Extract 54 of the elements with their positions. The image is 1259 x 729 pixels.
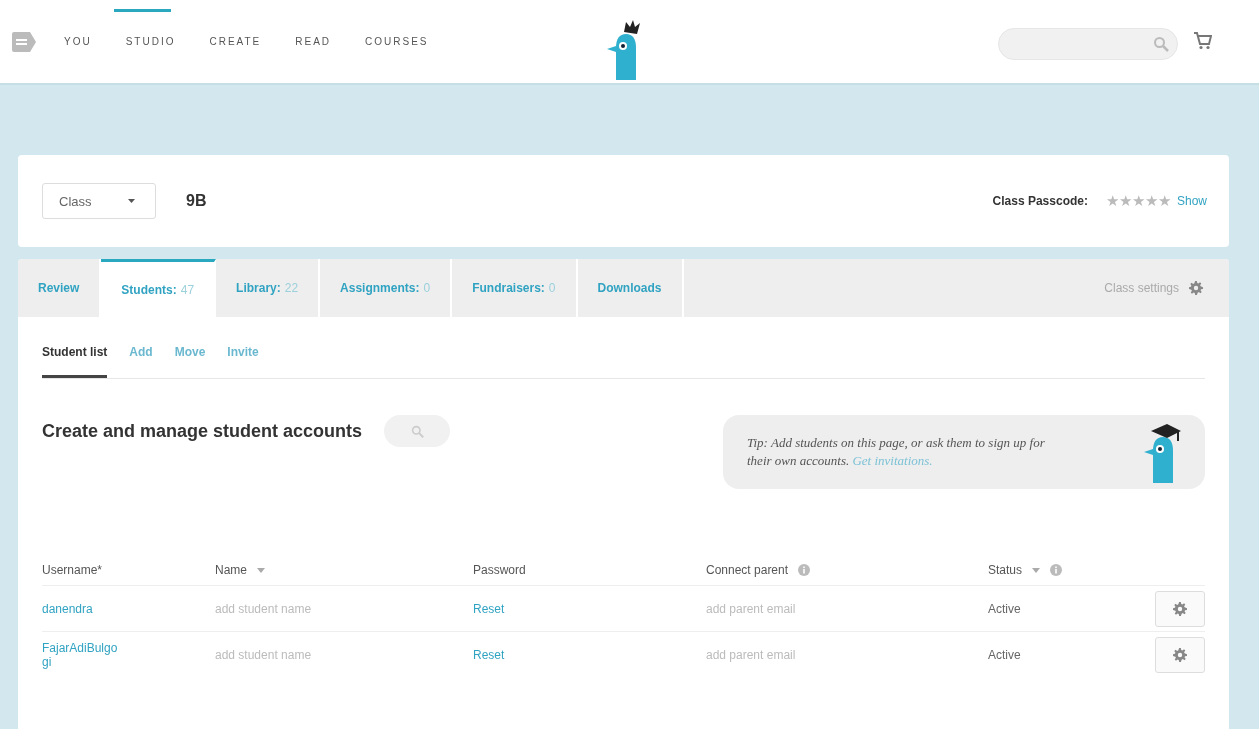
nav-link[interactable]: READ	[281, 0, 352, 84]
column-header: Status	[988, 563, 1023, 577]
column-header: Password	[473, 563, 526, 577]
cart-icon[interactable]	[1194, 32, 1212, 50]
column-header: Connect parent	[706, 563, 789, 577]
search-icon	[410, 424, 424, 438]
column-header: Name	[215, 563, 247, 577]
gear-icon	[1173, 647, 1187, 662]
class-dropdown[interactable]: Class	[42, 183, 156, 219]
invitations-link[interactable]: Get invitations.	[852, 453, 933, 468]
status-text: Active	[988, 601, 1021, 616]
subtab[interactable]: Invite	[227, 333, 259, 378]
status-text: Active	[988, 647, 1021, 662]
tab[interactable]: Students: 47	[101, 259, 217, 317]
tab[interactable]: Library: 22	[216, 259, 321, 317]
search-icon	[1153, 36, 1169, 52]
subtab[interactable]: Add	[129, 333, 153, 378]
passcode-value: ★★★★★	[1105, 192, 1171, 210]
class-settings-link[interactable]: Class settings	[1104, 281, 1179, 295]
subtab[interactable]: Student list	[42, 333, 108, 378]
section-heading: Create and manage student accounts	[42, 421, 363, 442]
sort-caret-icon[interactable]	[1032, 567, 1041, 573]
info-icon[interactable]	[798, 564, 811, 576]
parent-email-field[interactable]: add parent email	[706, 647, 796, 662]
nav-link[interactable]: CREATE	[195, 0, 282, 84]
search-field[interactable]	[998, 28, 1178, 60]
reset-link[interactable]: Reset	[473, 601, 505, 616]
show-link[interactable]: Show	[1176, 194, 1207, 208]
gear-icon	[1173, 601, 1187, 616]
tab[interactable]: Downloads	[577, 259, 684, 317]
column-header: Username*	[42, 563, 103, 577]
caret-icon	[128, 199, 135, 203]
student-name-field[interactable]: add student name	[215, 647, 312, 662]
student-search-field[interactable]	[384, 415, 451, 447]
tab[interactable]: Fundraisers: 0	[452, 259, 578, 317]
nav-link[interactable]: YOU	[50, 0, 112, 84]
subtab[interactable]: Move	[174, 333, 206, 378]
info-icon[interactable]	[1050, 564, 1063, 576]
passcode-label: Class Passcode:	[992, 194, 1088, 208]
nav-link[interactable]: COURSES	[351, 0, 449, 84]
student-name-field[interactable]: add student name	[215, 601, 312, 616]
tip-text: Tip: Add students on this page, or ask them to sign up for their own accounts. Get invitations.	[747, 434, 1046, 470]
username-link[interactable]: danendra	[42, 601, 120, 616]
nav-link[interactable]: STUDIO	[111, 0, 196, 84]
gear-icon	[1189, 281, 1203, 295]
class-name: 9B	[186, 192, 207, 210]
settings-button[interactable]	[1155, 636, 1205, 673]
reset-link[interactable]: Reset	[473, 647, 505, 662]
settings-button[interactable]	[1155, 590, 1205, 627]
menu-icon[interactable]	[12, 31, 36, 52]
username-link[interactable]: FajarAdiBulgogi	[42, 640, 120, 669]
sort-caret-icon[interactable]	[257, 567, 265, 573]
parent-email-field[interactable]: add parent email	[706, 601, 796, 616]
tab[interactable]: Assignments: 0	[320, 259, 453, 317]
